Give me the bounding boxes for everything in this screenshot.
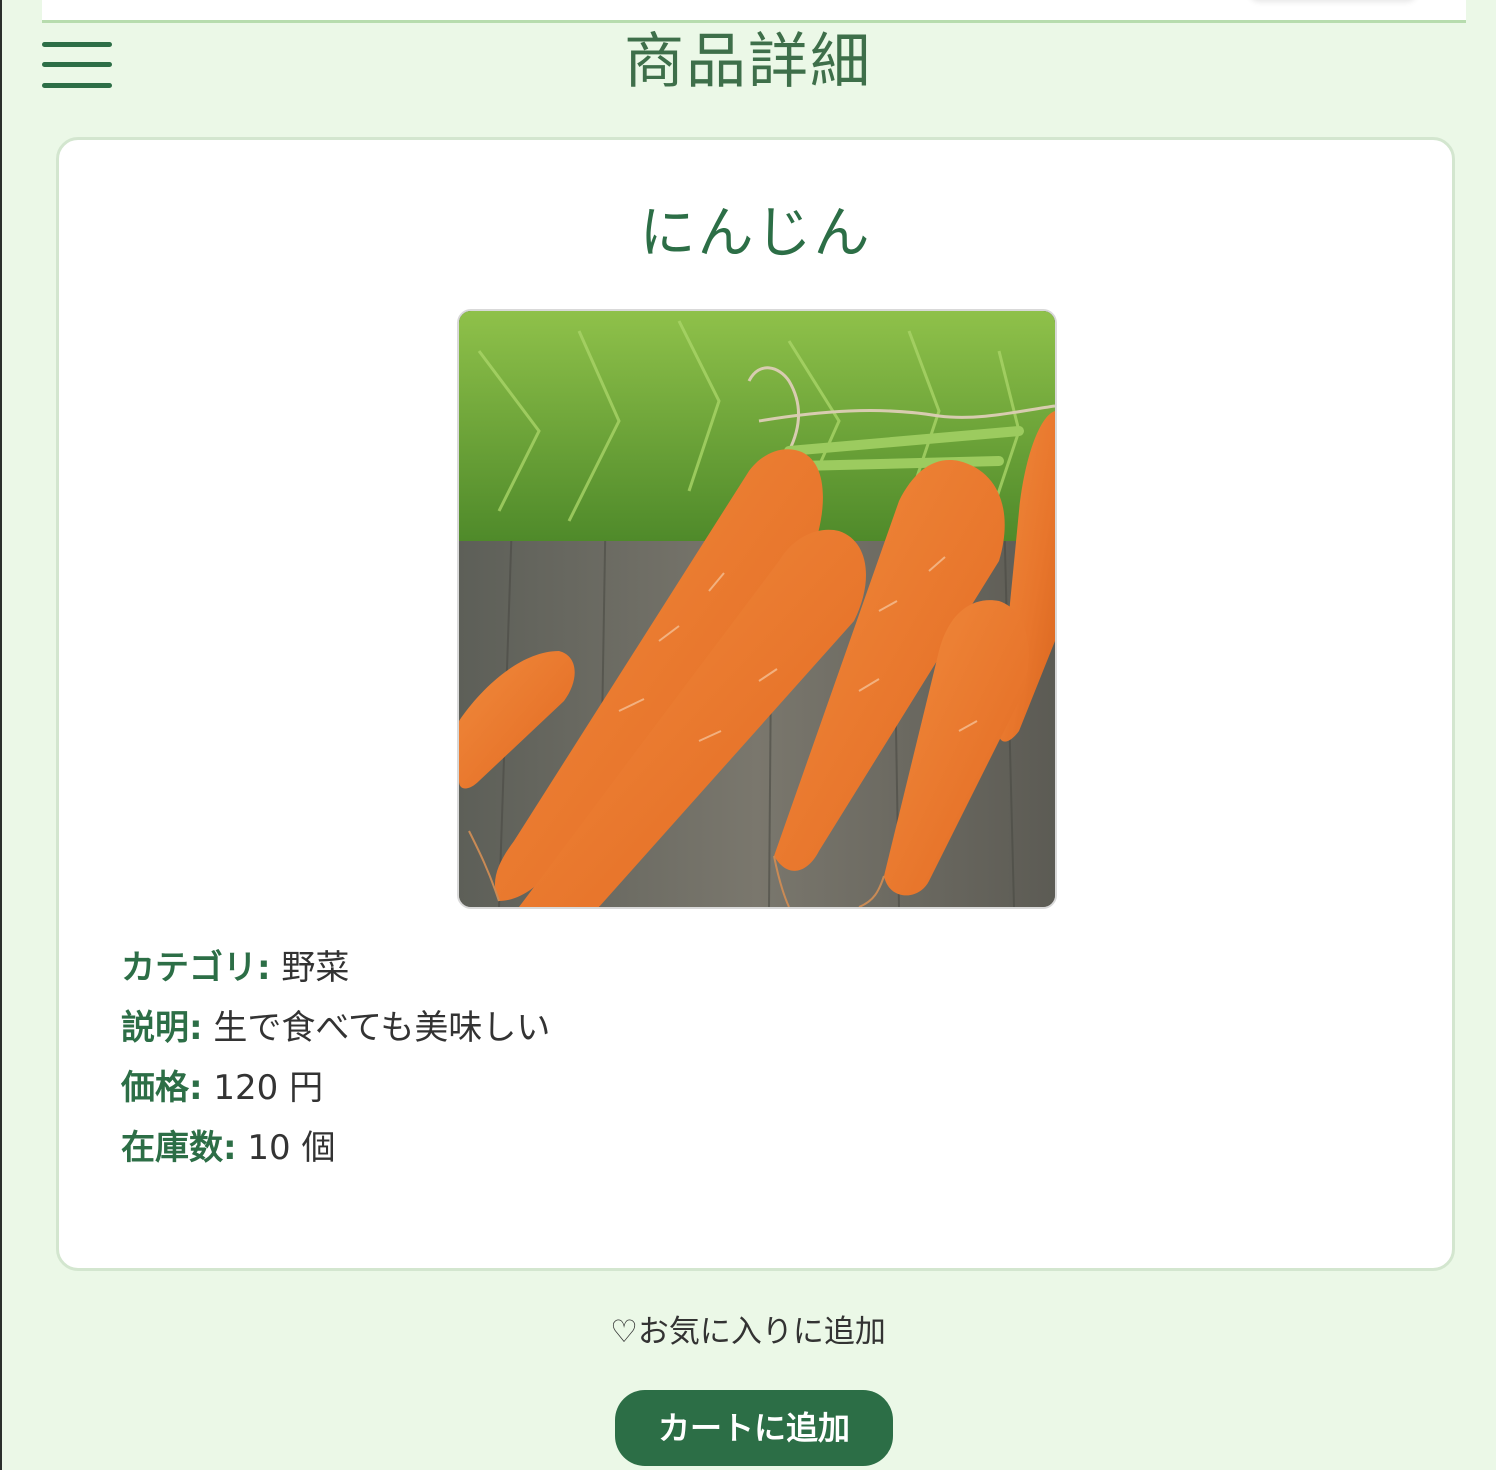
description-value: 生で食べても美味しい [213, 1008, 551, 1048]
page-title: 商品詳細 [624, 27, 872, 97]
stock-label: 在庫数: [121, 1128, 237, 1168]
detail-row-stock: 在庫数: 10 個 [121, 1120, 1321, 1180]
product-details: カテゴリ: 野菜 説明: 生で食べても美味しい 価格: 120 円 在庫数: 1… [121, 940, 1321, 1180]
detail-row-category: カテゴリ: 野菜 [121, 940, 1321, 1000]
detail-row-description: 説明: 生で食べても美味しい [121, 1000, 1321, 1060]
product-image [457, 309, 1057, 909]
carrot-photo [459, 311, 1055, 907]
window-left-edge [0, 0, 2, 1470]
detail-row-price: 価格: 120 円 [121, 1060, 1321, 1120]
add-to-favorites-link[interactable]: ♡お気に入りに追加 [0, 1308, 1496, 1356]
product-card: にんじん カテゴリ: 野菜 説明: 生で食べても美味しい 価格: 120 円 在… [56, 137, 1455, 1271]
product-name: にんじん [639, 201, 872, 266]
top-navigation-strip [42, 0, 1466, 23]
category-label: カテゴリ: [121, 948, 271, 988]
stock-value: 10 個 [247, 1128, 336, 1168]
category-value: 野菜 [281, 948, 350, 988]
price-value: 120 円 [213, 1068, 324, 1108]
description-label: 説明: [121, 1008, 203, 1048]
price-label: 価格: [121, 1068, 203, 1108]
add-to-cart-button[interactable]: カートに追加 [615, 1390, 893, 1466]
